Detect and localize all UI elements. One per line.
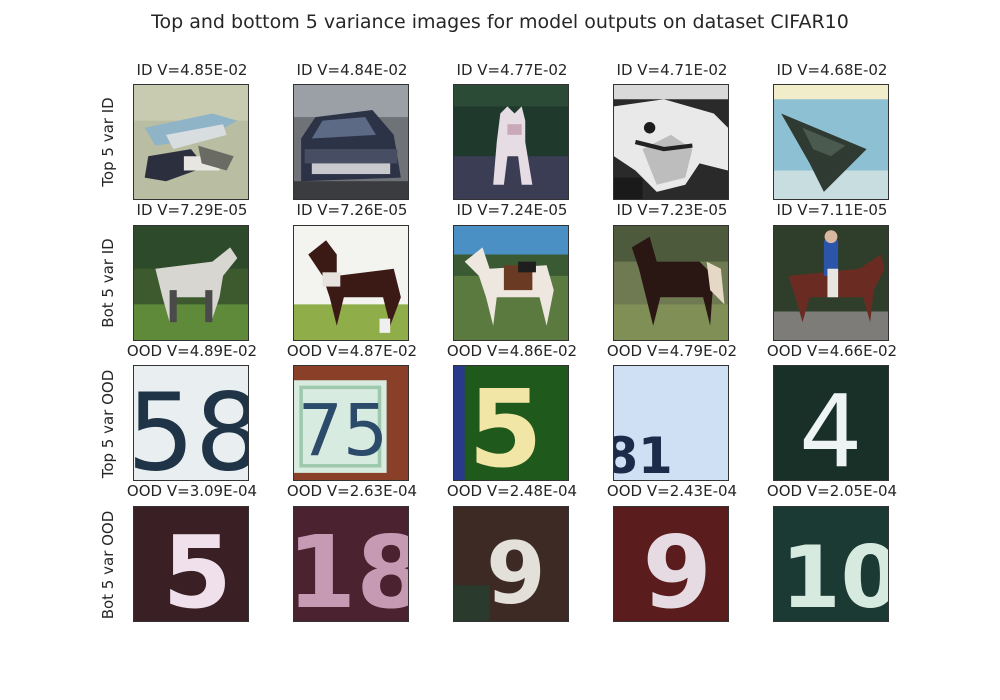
row-label-top-var-ood: Top 5 var OOD	[99, 369, 117, 479]
cell-caption: OOD V=2.43E-04	[606, 482, 738, 500]
svg-text:9: 9	[486, 525, 546, 621]
svg-text:18: 18	[294, 514, 408, 621]
cell-caption: ID V=4.85E-02	[136, 61, 248, 79]
row-label-bot-var-id: Bot 5 var ID	[99, 238, 117, 328]
cell-caption: ID V=7.24E-05	[456, 201, 568, 219]
digit-5-green-icon: 5	[453, 365, 569, 481]
cell-caption: ID V=4.77E-02	[456, 61, 568, 79]
cell-caption: ID V=4.84E-02	[296, 61, 408, 79]
cell-caption: OOD V=3.09E-04	[126, 482, 258, 500]
svg-text:9: 9	[643, 514, 712, 621]
cell-caption: OOD V=4.87E-02	[286, 342, 418, 360]
digit-75-icon: 75	[293, 365, 409, 481]
svg-text:10: 10	[781, 529, 888, 621]
horse-white-icon	[133, 225, 249, 341]
stealth-jet-icon	[773, 84, 889, 200]
digit-81-icon: 81	[613, 365, 729, 481]
cell-caption: OOD V=4.79E-02	[606, 342, 738, 360]
cell-caption: OOD V=4.89E-02	[126, 342, 258, 360]
svg-text:81: 81	[614, 427, 673, 480]
horse-rider-icon	[773, 225, 889, 341]
cell-caption: OOD V=2.48E-04	[446, 482, 578, 500]
svg-text:5: 5	[468, 368, 542, 480]
row-label-top-var-id: Top 5 var ID	[99, 97, 117, 187]
digit-5-dark-icon: 5	[133, 506, 249, 622]
cell-caption: ID V=7.23E-05	[616, 201, 728, 219]
cell-caption: ID V=4.68E-02	[776, 61, 888, 79]
cell-caption: ID V=7.29E-05	[136, 201, 248, 219]
horse-head-bw-icon	[613, 84, 729, 200]
digit-18-icon: 18	[293, 506, 409, 622]
cell-caption: ID V=7.11E-05	[776, 201, 888, 219]
cat-standing-icon	[453, 84, 569, 200]
cell-caption: ID V=7.26E-05	[296, 201, 408, 219]
figure-title: Top and bottom 5 variance images for mod…	[151, 11, 849, 33]
svg-text:58: 58	[134, 371, 248, 480]
car-icon	[293, 84, 409, 200]
cell-caption: OOD V=2.63E-04	[286, 482, 418, 500]
cell-caption: ID V=4.71E-02	[616, 61, 728, 79]
cell-caption: OOD V=2.05E-04	[766, 482, 898, 500]
horse-pinto-icon	[453, 225, 569, 341]
svg-text:4: 4	[799, 373, 862, 480]
digit-10-icon: 10	[773, 506, 889, 622]
horse-dark-icon	[613, 225, 729, 341]
svg-text:75: 75	[298, 389, 389, 472]
cell-caption: OOD V=4.66E-02	[766, 342, 898, 360]
digit-4-icon: 4	[773, 365, 889, 481]
horse-brown-icon	[293, 225, 409, 341]
digit-9-red-icon: 9	[613, 506, 729, 622]
digit-9-icon: 9	[453, 506, 569, 622]
svg-text:5: 5	[163, 514, 232, 621]
cell-caption: OOD V=4.86E-02	[446, 342, 578, 360]
airplane-toy-icon	[133, 84, 249, 200]
row-label-bot-var-ood: Bot 5 var OOD	[99, 510, 117, 620]
digit-58-icon: 58	[133, 365, 249, 481]
